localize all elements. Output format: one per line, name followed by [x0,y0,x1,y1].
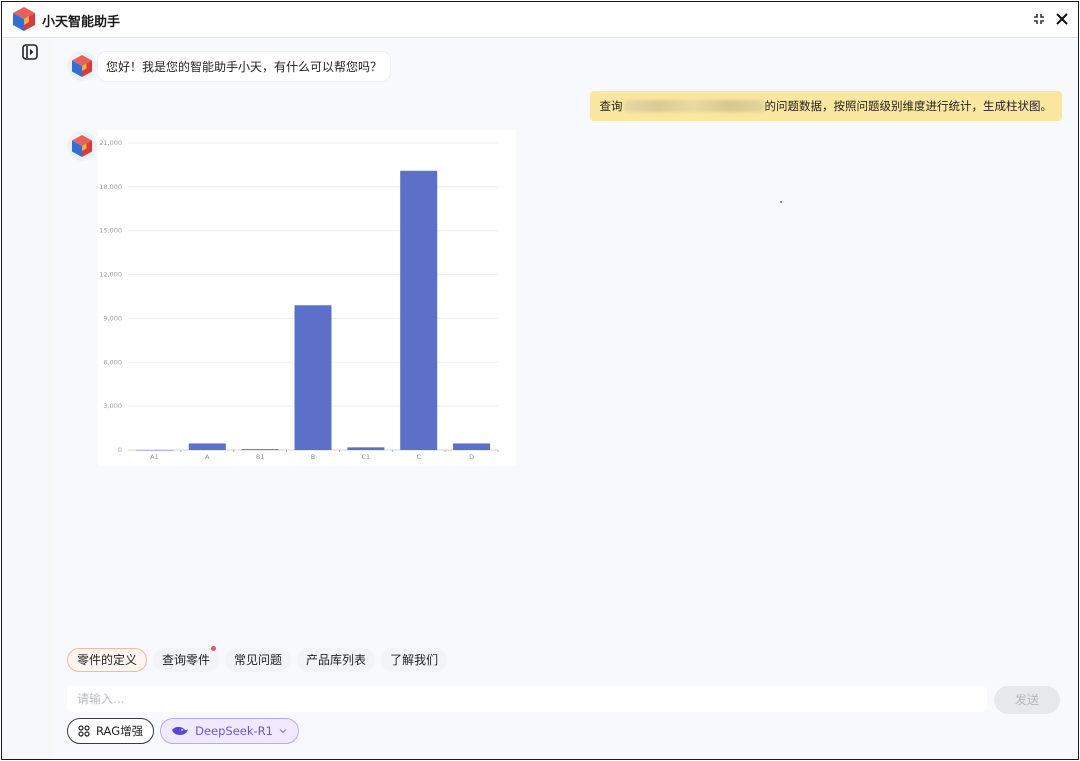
tool-row: RAG增强 DeepSeek-R1 [67,718,299,744]
quick-action-label: 产品库列表 [306,653,367,667]
close-icon[interactable] [1053,10,1071,28]
quick-action-label: 零件的定义 [77,653,138,667]
chat-input[interactable] [67,686,987,712]
bar-chart: 0 3,000 6,000 9,000 12,000 15,000 18,000 21,000… [99,139,499,461]
user-message-suffix: 的问题数据，按照问题级别维度进行统计，生成柱状图。 [764,99,1053,113]
y-tick-label: 18,000 [99,183,122,191]
model-select-button[interactable]: DeepSeek-R1 [160,718,299,744]
assistant-avatar-icon [67,51,97,81]
quick-actions: 零件的定义 查询零件 常见问题 产品库列表 了解我们 [67,646,448,672]
x-tick-label: B [311,453,315,461]
bar [188,443,226,450]
title-bar: 小天智能助手 [2,2,1078,38]
x-tick-label: C1 [362,453,371,461]
chat-area: 您好！我是您的智能助手小天，有什么可以帮您吗？ 查询 的问题数据，按照问题级别维… [54,39,1078,759]
quick-action-chip[interactable]: 查询零件 [153,646,220,672]
assistant-greeting-message: 您好！我是您的智能助手小天，有什么可以帮您吗？ [98,52,391,81]
app-title: 小天智能助手 [42,15,121,30]
user-message-prefix: 查询 [599,99,623,113]
model-label: DeepSeek-R1 [195,724,273,738]
chevron-down-icon [279,729,287,734]
quick-action-chip[interactable]: 零件的定义 [67,648,148,672]
bar [294,305,332,450]
sidebar-toggle-icon[interactable] [21,43,39,61]
notification-dot [211,646,217,651]
y-tick-label: 3,000 [103,402,122,410]
x-tick-label: A1 [150,453,159,461]
bar [453,443,491,450]
rag-label: RAG增强 [96,724,144,738]
y-tick-label: 9,000 [103,314,122,322]
stray-dot [780,201,782,203]
bar [241,449,279,450]
y-tick-label: 12,000 [99,271,122,279]
send-button[interactable]: 发送 [994,686,1060,714]
bar [347,447,385,450]
x-tick-label: A [205,453,210,461]
quick-action-chip[interactable]: 了解我们 [381,648,448,672]
y-tick-label: 21,000 [99,139,122,147]
y-tick-label: 15,000 [99,227,122,235]
assistant-window: 小天智能助手 您好！我是您的智能助手小天，有什么可以帮您吗？ 查询 的问题数据，… [1,1,1079,760]
app-logo-icon [13,7,35,31]
x-tick-label: B1 [256,453,265,461]
y-tick-label: 6,000 [103,358,122,366]
quick-action-label: 常见问题 [234,653,283,667]
sidebar [2,39,54,759]
y-tick-label: 0 [118,446,122,454]
quick-action-label: 查询零件 [162,653,211,667]
rag-enhance-button[interactable]: RAG增强 [67,718,155,744]
rag-icon [78,725,90,737]
bar [400,170,438,450]
collapse-icon[interactable] [1030,10,1048,28]
quick-action-chip[interactable]: 产品库列表 [297,648,376,672]
bar-chart-card: 0 3,000 6,000 9,000 12,000 15,000 18,000 21,000… [98,130,516,466]
user-message: 查询 的问题数据，按照问题级别维度进行统计，生成柱状图。 [589,91,1062,121]
x-tick-label: C [416,453,421,461]
bar [135,450,173,451]
quick-action-label: 了解我们 [390,653,439,667]
deepseek-whale-icon [172,726,189,735]
redacted-text [623,100,764,112]
quick-action-chip[interactable]: 常见问题 [225,648,292,672]
assistant-avatar-icon [67,131,97,161]
x-tick-label: D [469,453,474,461]
